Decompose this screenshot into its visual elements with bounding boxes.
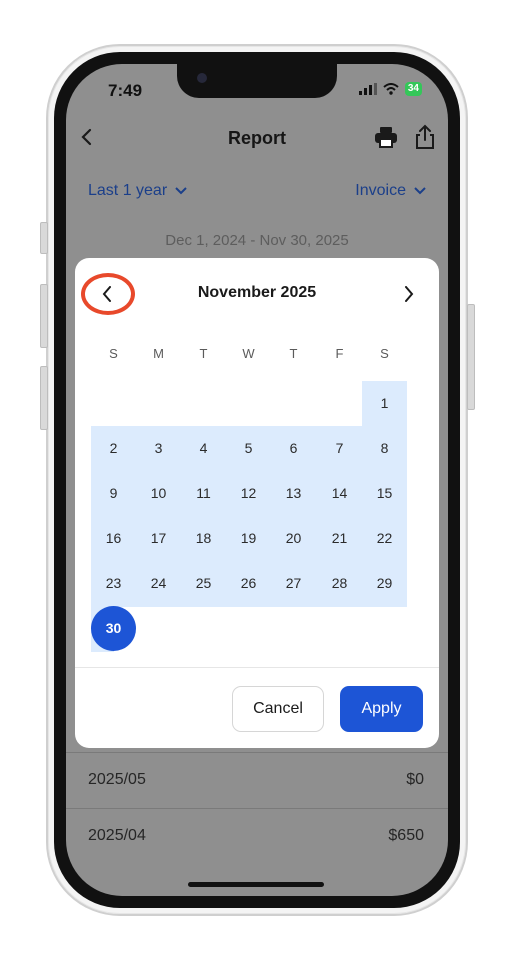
chevron-down-icon (414, 187, 426, 195)
weekday-label: F (335, 346, 344, 361)
calendar-day[interactable]: 20 (271, 516, 316, 561)
period-label: Last 1 year (88, 182, 168, 199)
printer-icon (375, 127, 397, 148)
wifi-icon (383, 83, 399, 95)
share-icon (416, 124, 434, 149)
calendar-day[interactable]: 6 (271, 426, 316, 471)
power-button (467, 304, 475, 410)
calendar-day[interactable]: 21 (317, 516, 362, 561)
calendar-day[interactable]: 3 (136, 426, 181, 471)
period-dropdown[interactable]: Last 1 year (88, 182, 187, 200)
calendar-day-selected[interactable]: 30 (91, 606, 136, 651)
type-label: Invoice (355, 182, 406, 199)
calendar-day[interactable]: 28 (317, 561, 362, 606)
calendar-day[interactable]: 15 (362, 471, 407, 516)
signal-icon (358, 83, 377, 95)
calendar-day[interactable]: 29 (362, 561, 407, 606)
calendar-day[interactable]: 11 (181, 471, 226, 516)
print-button[interactable] (374, 126, 398, 153)
chevron-right-icon (405, 286, 414, 302)
weekday-label: S (380, 346, 389, 361)
calendar-day[interactable]: 24 (136, 561, 181, 606)
calendar-day[interactable]: 8 (362, 426, 407, 471)
date-range: Dec 1, 2024 - Nov 30, 2025 (165, 232, 349, 249)
weekday-label: S (109, 346, 118, 361)
calendar-day[interactable]: 25 (181, 561, 226, 606)
calendar-day[interactable]: 10 (136, 471, 181, 516)
notch (177, 64, 337, 98)
status-time: 7:49 (108, 81, 143, 100)
row-month: 2025/04 (88, 827, 146, 844)
calendar-day[interactable]: 13 (271, 471, 316, 516)
calendar-day[interactable]: 16 (91, 516, 136, 561)
chevron-down-icon (175, 187, 187, 195)
table-row[interactable]: 2025/05 $0 (66, 752, 448, 809)
weekday-label: T (289, 346, 298, 361)
calendar-day[interactable]: 1 (362, 381, 407, 426)
volume-up-button (40, 284, 48, 348)
calendar-day[interactable]: 19 (226, 516, 271, 561)
calendar-day[interactable]: 9 (91, 471, 136, 516)
calendar-day[interactable]: 2 (91, 426, 136, 471)
type-dropdown[interactable]: Invoice (355, 182, 426, 200)
battery-icon: 34 (404, 82, 422, 96)
calendar-day[interactable]: 12 (226, 471, 271, 516)
calendar-day[interactable]: 5 (226, 426, 271, 471)
silent-switch (40, 222, 48, 254)
table-row[interactable]: 2025/04 $650 (66, 808, 448, 865)
camera-icon (197, 73, 207, 83)
calendar-day[interactable]: 26 (226, 561, 271, 606)
weekday-label: M (153, 346, 164, 361)
divider (75, 667, 439, 668)
weekday-label: W (242, 346, 255, 361)
share-button[interactable] (414, 124, 436, 155)
weekday-label: T (199, 346, 208, 361)
calendar-day[interactable]: 23 (91, 561, 136, 606)
calendar-day[interactable]: 17 (136, 516, 181, 561)
next-month-button[interactable] (403, 286, 415, 307)
calendar-modal: November 2025 SMTWTFS 1 2 3 4 5 6 7 8 9 10 11 12 13 1… (75, 258, 439, 748)
volume-down-button (40, 366, 48, 430)
calendar-day[interactable]: 22 (362, 516, 407, 561)
cancel-button[interactable]: Cancel (232, 686, 324, 732)
status-icons: 34 (358, 82, 422, 96)
calendar-day[interactable]: 14 (317, 471, 362, 516)
calendar-month-title: November 2025 (197, 284, 317, 301)
calendar-day[interactable]: 4 (181, 426, 226, 471)
home-indicator[interactable] (188, 882, 324, 887)
row-amount: $0 (406, 771, 424, 788)
calendar-day[interactable]: 27 (271, 561, 316, 606)
calendar-day[interactable]: 18 (181, 516, 226, 561)
row-month: 2025/05 (88, 771, 146, 788)
nav-bar: Report (66, 120, 448, 156)
apply-button[interactable]: Apply (340, 686, 423, 732)
calendar-day[interactable]: 7 (317, 426, 362, 471)
row-amount: $650 (388, 827, 424, 844)
